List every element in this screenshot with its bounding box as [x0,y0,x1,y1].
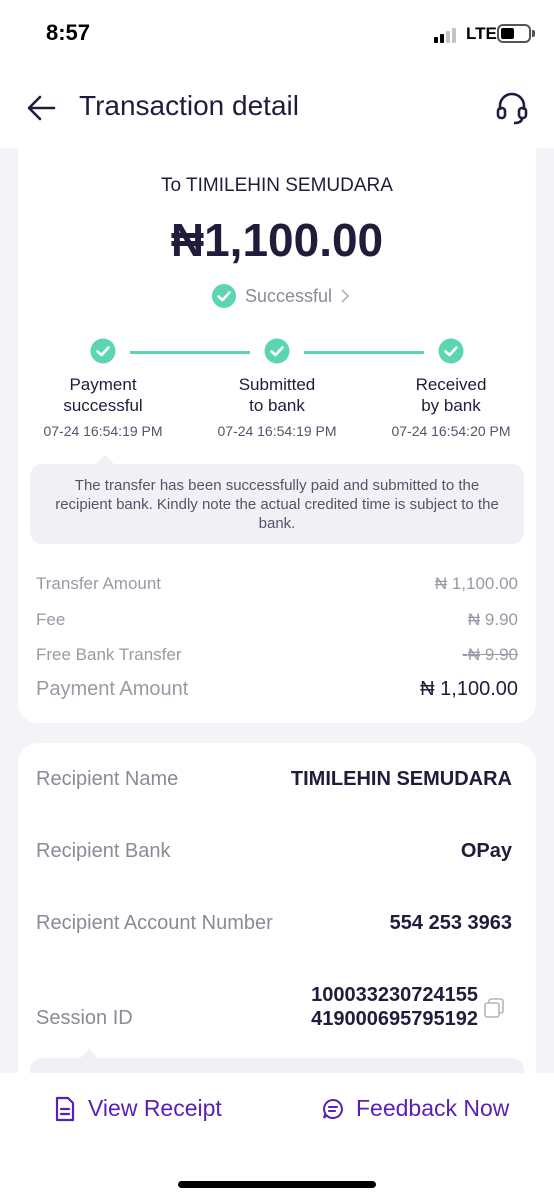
recipient-bank-value: OPay [460,840,512,862]
session-id-value: 100033230724155 419000695795192 [278,983,478,1031]
status-time: 8:57 [46,20,91,45]
session-id-line: 100033230724155 [311,984,478,1006]
transaction-summary-card: To TIMILEHIN SEMUDARA ₦1,100.00 Successf… [18,148,536,723]
transfer-note: The transfer has been successfully paid … [30,455,524,544]
session-id-label: Session ID [36,1007,133,1029]
recipient-account-label: Recipient Account Number [36,912,273,934]
step-time: 07-24 16:54:20 PM [391,423,511,439]
payment-amount-label: Payment Amount [36,678,189,700]
session-id-line: 419000695795192 [311,1008,478,1030]
step-label: to bank [249,396,305,415]
payment-amount-row: Payment Amount ₦ 1,100.00 [36,678,518,701]
progress-stepper: Payment successful 07-24 16:54:19 PM Subm… [18,338,536,443]
back-arrow-icon[interactable] [24,90,64,126]
header: Transaction detail [0,70,554,148]
step-time: 07-24 16:54:19 PM [43,423,163,439]
recipient-account-row: Recipient Account Number 554 253 3963 [36,912,512,935]
feedback-button[interactable]: Feedback Now [322,1095,509,1122]
fee-label: Fee [36,610,66,629]
view-receipt-label: View Receipt [88,1095,222,1121]
step-label: by bank [421,396,481,415]
free-bank-transfer-row: Free Bank Transfer -₦ 9.90 [36,645,518,665]
network-label: LTE [466,24,497,43]
chevron-right-icon [341,289,350,303]
chat-icon [323,1098,343,1119]
receipt-icon [55,1096,75,1121]
check-circle-icon [212,284,236,308]
recipient-account-value: 554 253 3963 [389,912,512,934]
free-bank-transfer-label: Free Bank Transfer [36,645,182,664]
step-submitted-to-bank: Submitted to bank 07-24 16:54:19 PM [192,338,362,439]
page-title: Transaction detail [79,90,299,121]
step-received-by-bank: Received by bank 07-24 16:54:20 PM [366,338,536,439]
view-receipt-button[interactable]: View Receipt [54,1095,222,1122]
payment-amount-value: ₦ 1,100.00 [420,678,518,700]
recipient-details-card: Recipient Name TIMILEHIN SEMUDARA Recipi… [18,743,536,1118]
recipient-bank-row: Recipient Bank OPay [36,840,512,863]
home-indicator[interactable] [178,1181,376,1188]
step-label: Received [415,375,487,394]
check-circle-icon [264,338,290,364]
recipient-bank-label: Recipient Bank [36,840,171,862]
feedback-label: Feedback Now [356,1095,510,1121]
transfer-amount-row: Transfer Amount ₦ 1,100.00 [36,574,518,594]
fee-value: ₦ 9.90 [467,610,518,629]
status-link[interactable]: Successful [211,283,350,309]
step-payment-successful: Payment successful 07-24 16:54:19 PM [18,338,188,439]
status-bar: 8:57 LTE [0,0,554,70]
step-label: Payment [69,375,137,394]
transfer-note-text: The transfer has been successfully paid … [55,477,499,532]
copy-icon[interactable] [483,997,505,1019]
recipient-heading: To TIMILEHIN SEMUDARA [161,175,393,196]
transfer-amount-value: ₦ 1,100.00 [434,574,518,593]
check-circle-icon [90,338,116,364]
fee-row: Fee ₦ 9.90 [36,610,518,630]
check-circle-icon [438,338,464,364]
transfer-amount-label: Transfer Amount [36,574,162,593]
free-bank-transfer-value: -₦ 9.90 [462,645,518,664]
battery-icon [497,24,535,43]
step-time: 07-24 16:54:19 PM [217,423,337,439]
step-label: Submitted [238,375,316,394]
bottom-action-bar: View Receipt Feedback Now [0,1073,554,1200]
recipient-name-value: TIMILEHIN SEMUDARA [290,768,512,790]
step-label: successful [63,396,143,415]
status-text: Successful [245,285,333,306]
transaction-amount: ₦1,100.00 [170,214,384,266]
headset-icon[interactable] [492,88,532,128]
signal-icon [434,27,460,43]
recipient-name-row: Recipient Name TIMILEHIN SEMUDARA [36,768,512,791]
recipient-name-label: Recipient Name [36,768,179,790]
